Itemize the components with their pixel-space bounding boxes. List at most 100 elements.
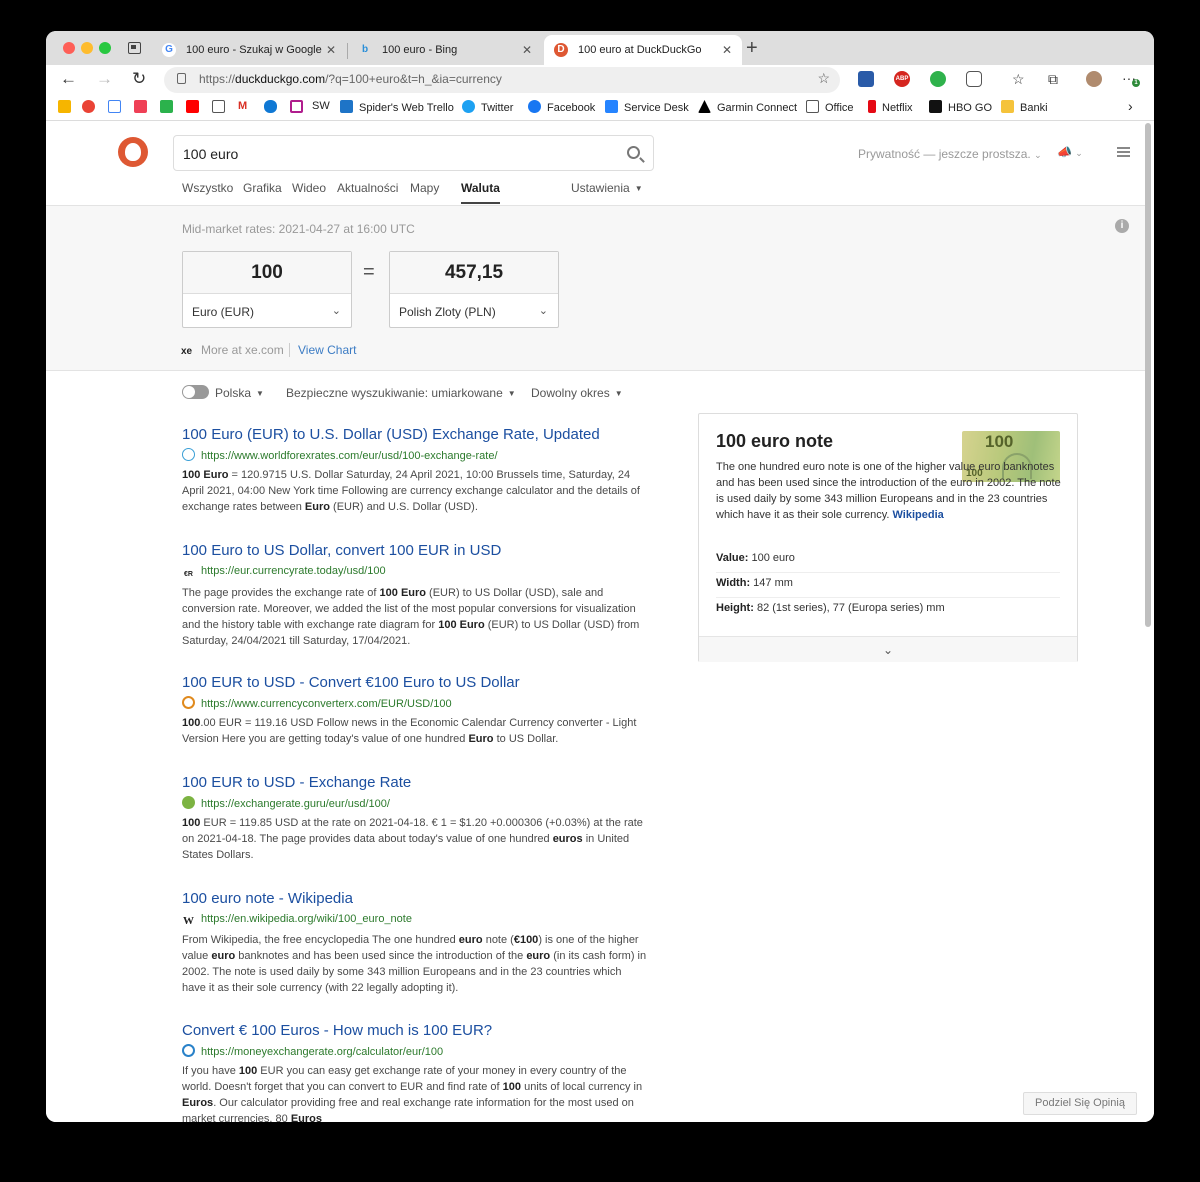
- time-filter[interactable]: Dowolny okres ▼: [531, 386, 623, 400]
- tab-news[interactable]: Aktualności: [337, 181, 398, 195]
- tab-duckduckgo[interactable]: D 100 euro at DuckDuckGo ✕: [544, 35, 742, 65]
- add-favorite-icon[interactable]: ☆: [817, 70, 830, 87]
- bookmark-youtube-icon[interactable]: [186, 100, 205, 114]
- from-currency-select[interactable]: Euro (EUR): [192, 305, 254, 319]
- search-box[interactable]: 100 euro: [173, 135, 654, 171]
- bookmark-calendar-icon[interactable]: [108, 100, 127, 114]
- search-input[interactable]: 100 euro: [183, 146, 238, 162]
- panel-row-width: Width: 147 mm: [716, 577, 1060, 598]
- result-url[interactable]: https://exchangerate.guru/eur/usd/100/: [182, 796, 647, 811]
- settings-menu[interactable]: Ustawienia ▼: [571, 181, 643, 195]
- tab-actions-icon[interactable]: [128, 42, 141, 54]
- page-scrollbar[interactable]: [1145, 123, 1151, 627]
- bookmark-onedrive-icon[interactable]: [264, 100, 283, 114]
- moneyexchangerate-favicon-icon: [182, 1044, 195, 1057]
- bookmark-photos-icon[interactable]: [82, 100, 101, 114]
- maximize-window-button[interactable]: [99, 42, 111, 54]
- favorites-icon[interactable]: ☆: [1012, 71, 1025, 88]
- menu-icon[interactable]: [1117, 147, 1130, 157]
- collections-icon[interactable]: ⧉: [1048, 71, 1058, 88]
- result-title[interactable]: 100 EUR to USD - Exchange Rate: [182, 774, 647, 792]
- tab-videos[interactable]: Wideo: [292, 181, 326, 195]
- chevron-right-icon[interactable]: ›: [1128, 98, 1133, 114]
- bookmark-facebook[interactable]: Facebook: [528, 100, 595, 114]
- evernote-icon[interactable]: [930, 71, 946, 87]
- from-amount-input[interactable]: 100: [183, 252, 351, 294]
- result-title[interactable]: 100 EUR to USD - Convert €100 Euro to US…: [182, 674, 647, 692]
- result-title[interactable]: 100 euro note - Wikipedia: [182, 890, 647, 908]
- result-url[interactable]: Whttps://en.wikipedia.org/wiki/100_euro_…: [182, 912, 647, 928]
- close-tab-icon[interactable]: ✕: [722, 35, 732, 65]
- result-snippet: 100 Euro = 120.9715 U.S. Dollar Saturday…: [182, 469, 640, 513]
- tab-currency[interactable]: Waluta: [461, 181, 500, 204]
- tab-label: 100 euro - Bing: [382, 44, 458, 56]
- tab-bing[interactable]: b 100 euro - Bing ✕: [348, 35, 542, 65]
- xe-link[interactable]: More at xe.com: [201, 343, 284, 357]
- info-icon[interactable]: i: [1115, 219, 1129, 233]
- megaphone-icon[interactable]: 📣 ⌄: [1057, 145, 1083, 159]
- region-filter[interactable]: Polska ▼: [215, 386, 264, 400]
- result-url[interactable]: €R https://eur.currencyrate.today/usd/100: [182, 564, 647, 581]
- search-icon[interactable]: [627, 146, 640, 159]
- bookmark-twitter[interactable]: Twitter: [462, 100, 513, 114]
- safe-search-filter[interactable]: Bezpieczne wyszukiwanie: umiarkowane ▼: [286, 386, 516, 400]
- tab-label: 100 euro - Szukaj w Google: [186, 44, 322, 56]
- duckduckgo-logo[interactable]: [118, 137, 148, 167]
- result-title[interactable]: 100 Euro (EUR) to U.S. Dollar (USD) Exch…: [182, 426, 647, 444]
- close-tab-icon[interactable]: ✕: [522, 35, 532, 65]
- chevron-down-icon[interactable]: ⌄: [539, 304, 548, 317]
- wikipedia-link[interactable]: Wikipedia: [893, 509, 944, 521]
- forward-icon[interactable]: →: [96, 69, 113, 89]
- search-result: Convert € 100 Euros - How much is 100 EU…: [182, 1022, 647, 1122]
- new-tab-icon[interactable]: +: [746, 37, 758, 60]
- tab-all[interactable]: Wszystko: [182, 181, 233, 195]
- bing-icon: b: [361, 44, 369, 55]
- profile-avatar[interactable]: [1086, 71, 1102, 87]
- result-url[interactable]: https://moneyexchangerate.org/calculator…: [182, 1044, 647, 1059]
- bookmark-keep-icon[interactable]: [58, 100, 77, 114]
- bitwarden-icon[interactable]: [858, 71, 874, 87]
- bookmark-link-icon[interactable]: [290, 100, 309, 114]
- pocket-icon[interactable]: [966, 71, 982, 87]
- expand-panel-button[interactable]: ⌄: [699, 636, 1077, 662]
- tab-images[interactable]: Grafika: [243, 181, 282, 195]
- tab-google[interactable]: G 100 euro - Szukaj w Google ✕: [152, 35, 346, 65]
- bookmark-office[interactable]: Office: [806, 100, 854, 114]
- bookmark-feedly-icon[interactable]: [160, 100, 179, 114]
- result-url[interactable]: https://www.currencyconverterx.com/EUR/U…: [182, 696, 647, 711]
- result-snippet: From Wikipedia, the free encyclopedia Th…: [182, 934, 647, 994]
- feedback-button[interactable]: Podziel Się Opinią: [1023, 1092, 1137, 1115]
- tab-strip: G 100 euro - Szukaj w Google ✕ b 100 eur…: [46, 31, 1154, 65]
- region-toggle[interactable]: [182, 385, 209, 399]
- search-result: 100 EUR to USD - Exchange Rate https://e…: [182, 774, 647, 863]
- close-window-button[interactable]: [63, 42, 75, 54]
- address-bar[interactable]: https://duckduckgo.com/?q=100+euro&t=h_&…: [164, 67, 840, 93]
- result-title[interactable]: Convert € 100 Euros - How much is 100 EU…: [182, 1022, 647, 1040]
- bookmark-hbo-go[interactable]: HBO GO: [929, 100, 992, 114]
- bookmark-page-icon[interactable]: [212, 100, 231, 114]
- chevron-down-icon[interactable]: ⌄: [332, 304, 341, 317]
- wikipedia-icon: W: [183, 915, 194, 927]
- close-tab-icon[interactable]: ✕: [326, 35, 336, 65]
- to-amount-input[interactable]: 457,15: [390, 252, 558, 294]
- bookmark-garmin-connect[interactable]: Garmin Connect: [698, 100, 797, 114]
- minimize-window-button[interactable]: [81, 42, 93, 54]
- bookmark-netflix[interactable]: Netflix: [868, 100, 913, 114]
- result-title[interactable]: 100 Euro to US Dollar, convert 100 EUR i…: [182, 542, 647, 560]
- bookmark-banki[interactable]: Banki: [1001, 100, 1048, 114]
- bookmarks-bar: M SW Spider's Web Trello Twitter Faceboo…: [46, 95, 1154, 121]
- bookmark-pocket-icon[interactable]: [134, 100, 153, 114]
- duckduckgo-icon: D: [554, 43, 568, 57]
- reload-icon[interactable]: ↻: [132, 69, 146, 89]
- bookmark-sw[interactable]: SW: [312, 100, 330, 112]
- view-chart-link[interactable]: View Chart: [298, 343, 356, 357]
- privacy-menu[interactable]: Prywatność — jeszcze prostsza. ⌄: [858, 147, 1042, 161]
- result-url[interactable]: https://www.worldforexrates.com/eur/usd/…: [182, 448, 647, 463]
- bookmark-spiders-web-trello[interactable]: Spider's Web Trello: [340, 100, 454, 114]
- bookmark-gmail-icon[interactable]: M: [238, 100, 247, 112]
- adblock-plus-icon[interactable]: ABP: [894, 71, 910, 87]
- back-icon[interactable]: ←: [60, 69, 77, 89]
- to-currency-select[interactable]: Polish Zloty (PLN): [399, 305, 496, 319]
- bookmark-service-desk[interactable]: Service Desk: [605, 100, 689, 114]
- tab-maps[interactable]: Mapy: [410, 181, 439, 195]
